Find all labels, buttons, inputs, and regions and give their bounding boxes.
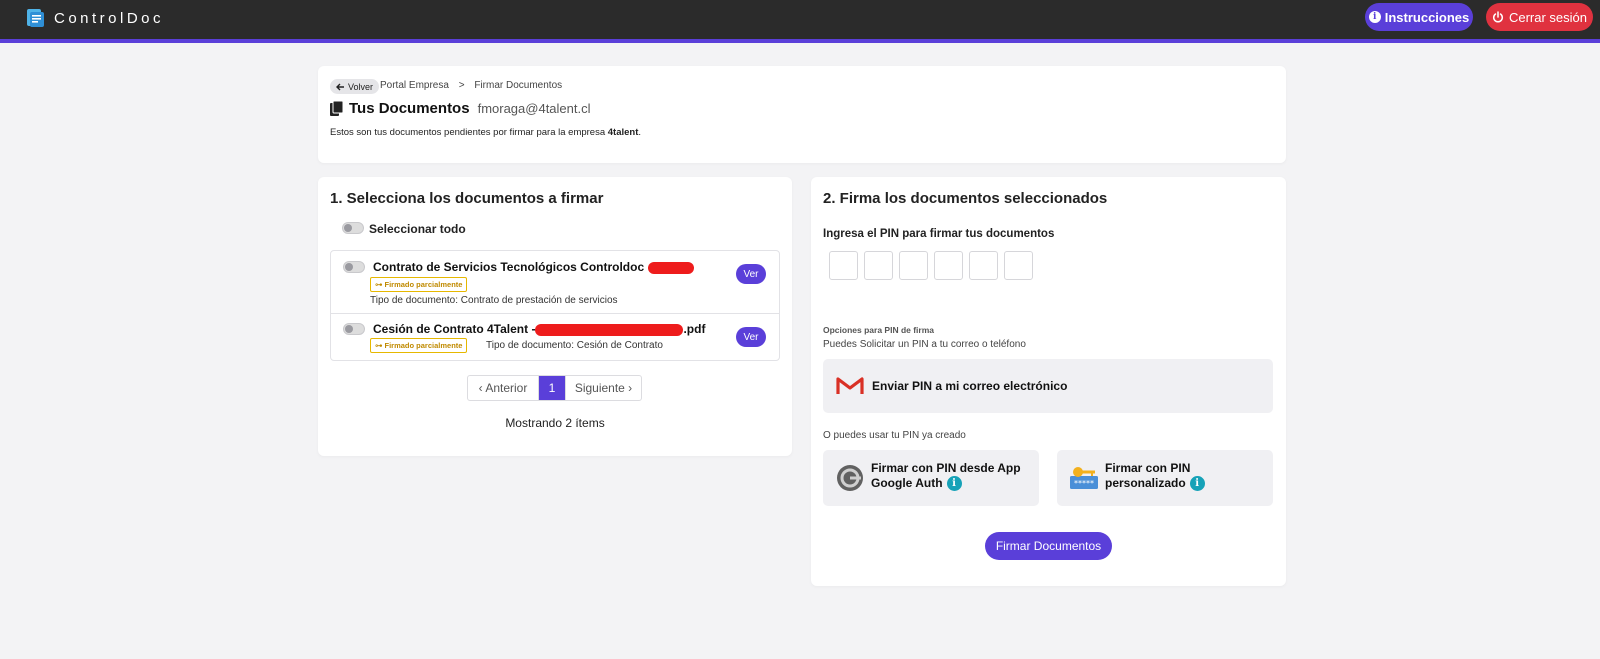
pagination-next[interactable]: Siguiente ›	[565, 376, 641, 400]
document-name: Contrato de Servicios Tecnológicos Contr…	[373, 260, 694, 274]
google-auth-option-label: Firmar con PIN desde App Google Auth i	[871, 461, 1021, 492]
power-icon	[1492, 11, 1503, 23]
page-title: Tus Documentos fmoraga@4talent.cl	[330, 100, 591, 117]
pagination-previous[interactable]: ‹ Anterior	[468, 376, 539, 400]
controldoc-logo-icon	[27, 9, 44, 27]
existing-pin-text: O puedes usar tu PIN ya creado	[823, 430, 966, 441]
custom-pin-option-label: Firmar con PIN personalizado i	[1105, 461, 1205, 492]
breadcrumb-item-portal[interactable]: Portal Empresa	[380, 80, 449, 91]
page-subtitle: Estos son tus documentos pendientes por …	[330, 127, 642, 138]
send-pin-email-option[interactable]: Enviar PIN a mi correo electrónico	[823, 359, 1273, 413]
arrow-left-icon	[336, 83, 344, 90]
google-authenticator-icon	[837, 465, 863, 491]
pin-digit-input[interactable]	[1004, 251, 1033, 280]
pagination: ‹ Anterior 1 Siguiente ›	[467, 375, 642, 401]
info-icon[interactable]: i	[946, 476, 962, 492]
page-title-text: Tus Documentos	[349, 100, 470, 117]
view-document-button[interactable]: Ver	[736, 327, 766, 347]
instructions-button[interactable]: i Instrucciones	[1365, 3, 1473, 31]
breadcrumb-item-current: Firmar Documentos	[474, 80, 563, 91]
sign-section-title: 2. Firma los documentos seleccionados	[823, 190, 1108, 207]
select-all-toggle[interactable]	[342, 222, 364, 234]
select-all-label: Seleccionar todo	[369, 222, 466, 236]
status-badge: ⊶ Firmado parcialmente	[370, 277, 468, 292]
google-auth-pin-option[interactable]: Firmar con PIN desde App Google Auth i	[823, 450, 1039, 506]
redaction-mark	[535, 323, 684, 336]
brand[interactable]: ControlDoc	[24, 6, 164, 30]
document-type: Tipo de documento: Contrato de prestació…	[370, 295, 618, 306]
logout-button[interactable]: Cerrar sesión	[1486, 3, 1593, 31]
pin-digit-input[interactable]	[899, 251, 928, 280]
pin-digit-input[interactable]	[864, 251, 893, 280]
pin-digit-input[interactable]	[969, 251, 998, 280]
select-section-title: 1. Selecciona los documentos a firmar	[330, 190, 604, 207]
user-email: fmoraga@4talent.cl	[477, 101, 591, 116]
pin-digit-input[interactable]	[829, 251, 858, 280]
info-icon: i	[1368, 11, 1381, 23]
pagination-page-1[interactable]: 1	[539, 376, 565, 400]
gmail-icon	[836, 377, 864, 394]
back-label: Volver	[348, 81, 374, 92]
items-count: Mostrando 2 ítems	[505, 416, 605, 430]
sign-documents-button[interactable]: Firmar Documentos	[985, 532, 1112, 560]
document-type: Tipo de documento: Cesión de Contrato	[486, 340, 663, 351]
list-item: Contrato de Servicios Tecnológicos Contr…	[331, 251, 779, 314]
info-icon[interactable]: i	[1189, 476, 1205, 492]
pin-options-subtitle: Puedes Solicitar un PIN a tu correo o te…	[823, 339, 1026, 350]
pin-label: Ingresa el PIN para firmar tus documento…	[823, 228, 1055, 240]
key-icon: ⊶	[375, 280, 383, 289]
key-icon: ⊶	[375, 341, 383, 350]
breadcrumb-separator: >	[458, 80, 465, 91]
document-list: Contrato de Servicios Tecnológicos Contr…	[330, 250, 780, 361]
select-documents-card: 1. Selecciona los documentos a firmar Se…	[318, 177, 792, 456]
document-select-toggle[interactable]	[343, 323, 365, 335]
pin-options-title: Opciones para PIN de firma	[823, 325, 935, 335]
view-document-button[interactable]: Ver	[736, 264, 766, 284]
documents-icon	[330, 101, 343, 116]
document-name: Cesión de Contrato 4Talent - .pdf	[373, 322, 706, 336]
list-item: Cesión de Contrato 4Talent - .pdf ⊶ Firma…	[331, 314, 779, 361]
company-name: 4talent	[607, 127, 639, 138]
brand-name: ControlDoc	[54, 9, 165, 27]
sign-documents-card: 2. Firma los documentos seleccionados In…	[811, 177, 1286, 586]
redaction-mark	[647, 261, 694, 274]
logout-label: Cerrar sesión	[1508, 9, 1588, 25]
key-password-icon: *****	[1070, 467, 1098, 489]
status-badge: ⊶ Firmado parcialmente	[370, 338, 468, 353]
instructions-label: Instrucciones	[1384, 9, 1470, 25]
send-pin-email-label: Enviar PIN a mi correo electrónico	[872, 379, 1068, 393]
document-select-toggle[interactable]	[343, 261, 365, 273]
breadcrumb: Portal Empresa > Firmar Documentos	[380, 80, 569, 91]
top-navbar: ControlDoc i Instrucciones Cerrar sesión	[0, 0, 1600, 43]
svg-text:*****: *****	[1074, 479, 1094, 488]
documents-header-card: Volver Portal Empresa > Firmar Documento…	[318, 66, 1286, 163]
custom-pin-option[interactable]: ***** Firmar con PIN personalizado i	[1057, 450, 1273, 506]
pin-digit-input[interactable]	[934, 251, 963, 280]
back-button[interactable]: Volver	[330, 79, 380, 94]
